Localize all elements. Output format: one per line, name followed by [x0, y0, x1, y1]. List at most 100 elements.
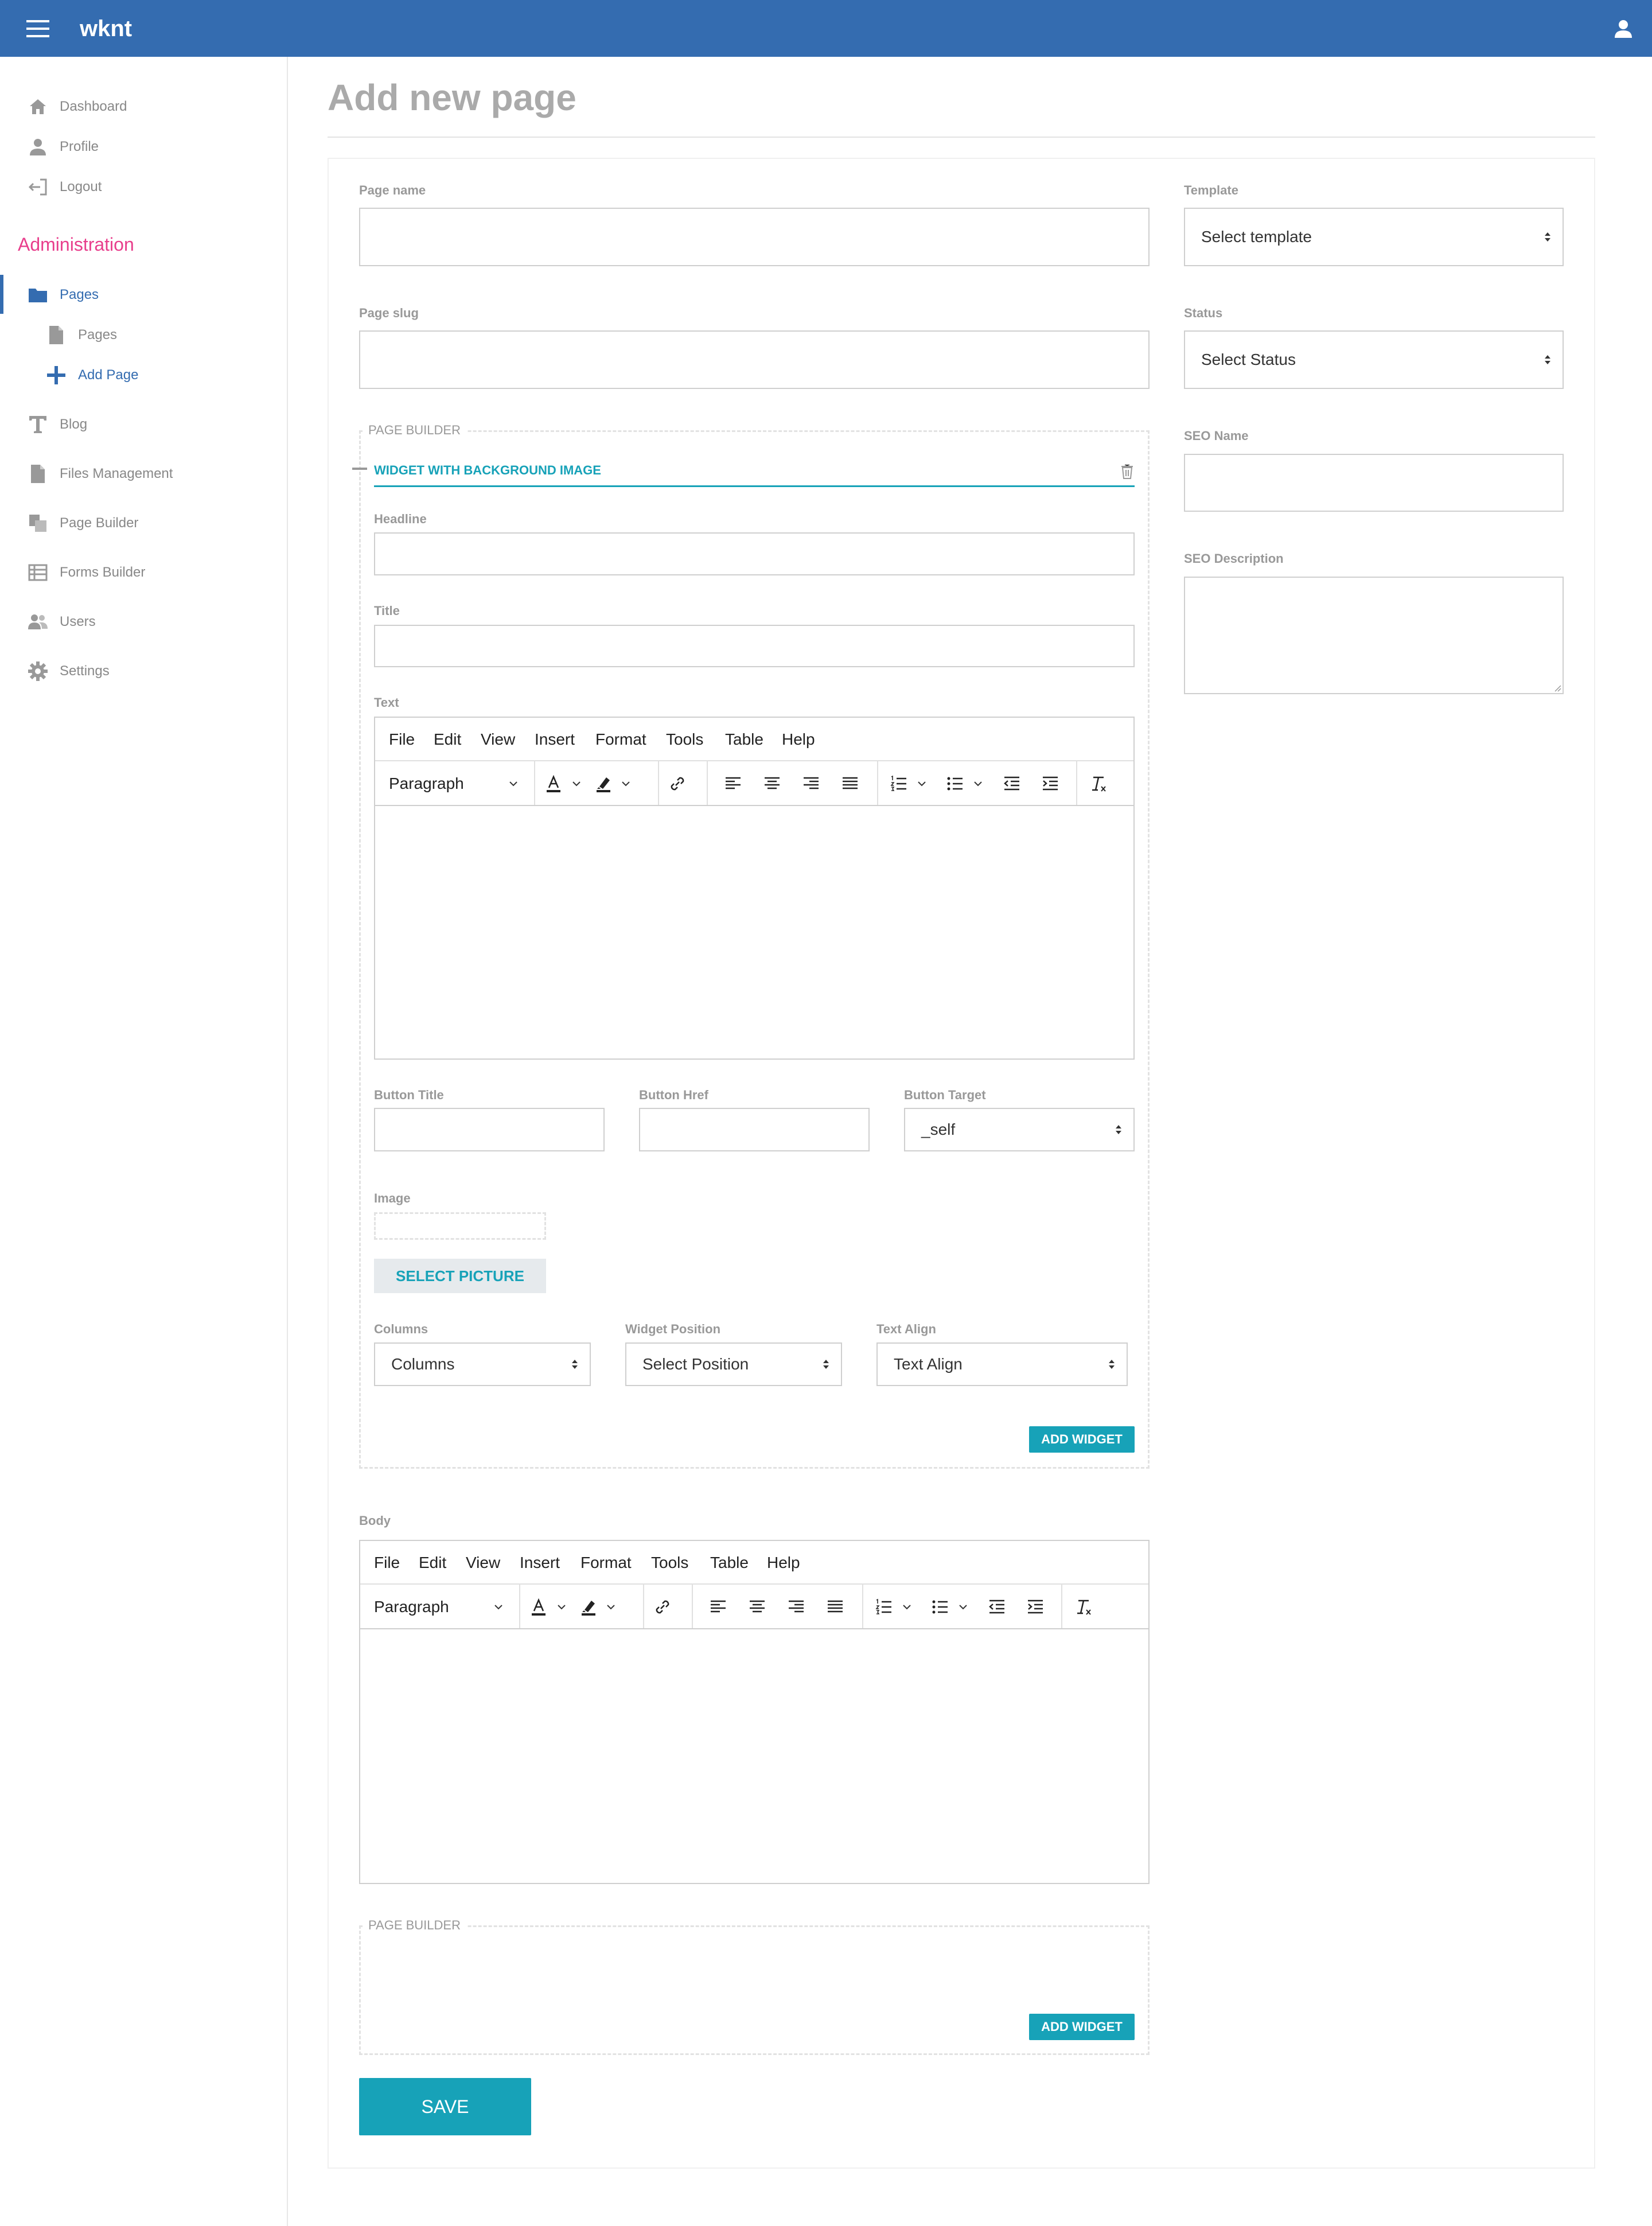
add-widget-button-2[interactable]: ADD WIDGET: [1029, 2014, 1135, 2040]
indent-icon[interactable]: [1026, 1597, 1045, 1617]
menu-edit[interactable]: Edit: [434, 730, 461, 749]
brand-name[interactable]: wknt: [80, 13, 132, 45]
button-title-input[interactable]: [374, 1108, 605, 1151]
align-center-icon[interactable]: [747, 1597, 767, 1617]
trash-icon[interactable]: [1120, 464, 1134, 480]
select-arrows-icon: [1116, 1125, 1121, 1134]
align-center-icon[interactable]: [762, 774, 782, 793]
bullet-list-icon[interactable]: [945, 774, 965, 793]
menu-format[interactable]: Format: [580, 1554, 632, 1572]
outdent-icon[interactable]: [987, 1597, 1007, 1617]
widget-position-select[interactable]: Select Position: [625, 1342, 842, 1386]
bullet-list-icon[interactable]: [930, 1597, 950, 1617]
chevron-down-icon[interactable]: [621, 779, 631, 789]
seo-description-textarea[interactable]: [1184, 577, 1564, 694]
align-left-icon[interactable]: [723, 774, 743, 793]
text-align-select[interactable]: Text Align: [876, 1342, 1128, 1386]
button-target-select[interactable]: _self: [904, 1108, 1135, 1151]
chevron-down-icon[interactable]: [606, 1602, 616, 1612]
headline-label: Headline: [374, 512, 427, 526]
link-icon[interactable]: [668, 774, 687, 793]
menu-view[interactable]: View: [481, 730, 515, 749]
sidebar-item-blog[interactable]: Blog: [0, 410, 287, 439]
chevron-down-icon[interactable]: [493, 1602, 504, 1612]
text-icon: [29, 416, 46, 433]
chevron-down-icon[interactable]: [917, 779, 927, 789]
clear-formatting-icon[interactable]: [1074, 1597, 1093, 1617]
sidebar-item-settings[interactable]: Settings: [0, 657, 287, 686]
outdent-icon[interactable]: [1002, 774, 1022, 793]
title-input[interactable]: [374, 625, 1135, 667]
menu-help[interactable]: Help: [767, 1554, 800, 1572]
collapse-icon[interactable]: [352, 466, 367, 471]
align-right-icon[interactable]: [801, 774, 821, 793]
template-select[interactable]: Select template: [1184, 208, 1564, 266]
highlight-icon[interactable]: [579, 1597, 598, 1617]
sidebar-item-add-page[interactable]: Add Page: [0, 361, 287, 390]
sidebar-item-dashboard[interactable]: Dashboard: [0, 92, 287, 121]
resize-handle-icon[interactable]: [1552, 683, 1561, 692]
menu-view[interactable]: View: [466, 1554, 500, 1572]
menu-table[interactable]: Table: [725, 730, 763, 749]
status-select[interactable]: Select Status: [1184, 330, 1564, 389]
page-builder-legend-2: PAGE BUILDER: [363, 1917, 466, 1933]
align-left-icon[interactable]: [708, 1597, 728, 1617]
menu-icon[interactable]: [25, 15, 53, 42]
sidebar-item-pages[interactable]: Pages: [0, 275, 287, 314]
align-justify-icon[interactable]: [840, 774, 860, 793]
menu-insert[interactable]: Insert: [535, 730, 575, 749]
sidebar-item-logout[interactable]: Logout: [0, 173, 287, 201]
menu-tools[interactable]: Tools: [666, 730, 703, 749]
text-color-icon[interactable]: [529, 1597, 548, 1617]
select-picture-button[interactable]: SELECT PICTURE: [374, 1259, 546, 1293]
menu-file[interactable]: File: [374, 1554, 400, 1572]
highlight-icon[interactable]: [594, 774, 613, 793]
menu-edit[interactable]: Edit: [419, 1554, 446, 1572]
page-slug-input[interactable]: [359, 330, 1150, 389]
folder-icon: [29, 289, 47, 302]
widget-title[interactable]: WIDGET WITH BACKGROUND IMAGE: [374, 462, 601, 478]
headline-input[interactable]: [374, 532, 1135, 575]
menu-insert[interactable]: Insert: [520, 1554, 560, 1572]
sidebar-item-label: Logout: [60, 179, 102, 194]
menu-format[interactable]: Format: [595, 730, 646, 749]
indent-icon[interactable]: [1041, 774, 1060, 793]
sidebar-item-files-management[interactable]: Files Management: [0, 460, 287, 488]
sidebar-item-pages-list[interactable]: Pages: [0, 321, 287, 349]
block-format-select[interactable]: Paragraph: [374, 1597, 449, 1617]
chevron-down-icon[interactable]: [902, 1602, 912, 1612]
chevron-down-icon[interactable]: [973, 779, 983, 789]
sidebar-item-label: Blog: [60, 417, 88, 432]
user-icon[interactable]: [1612, 17, 1635, 40]
numbered-list-icon[interactable]: [874, 1597, 894, 1617]
sidebar-item-label: Files Management: [60, 466, 173, 481]
sidebar-item-label: Add Page: [78, 367, 139, 383]
chevron-down-icon[interactable]: [508, 779, 519, 789]
clear-formatting-icon[interactable]: [1089, 774, 1108, 793]
align-justify-icon[interactable]: [825, 1597, 845, 1617]
sidebar-item-profile[interactable]: Profile: [0, 133, 287, 161]
page-name-input[interactable]: [359, 208, 1150, 266]
sidebar-item-label: Dashboard: [60, 99, 127, 114]
save-button[interactable]: SAVE: [359, 2078, 531, 2135]
menu-tools[interactable]: Tools: [651, 1554, 688, 1572]
button-href-input[interactable]: [639, 1108, 870, 1151]
columns-select[interactable]: Columns: [374, 1342, 591, 1386]
sidebar-item-users[interactable]: Users: [0, 608, 287, 636]
align-right-icon[interactable]: [786, 1597, 806, 1617]
menu-file[interactable]: File: [389, 730, 415, 749]
sidebar-item-page-builder[interactable]: Page Builder: [0, 509, 287, 538]
add-widget-button[interactable]: ADD WIDGET: [1029, 1426, 1135, 1453]
text-color-icon[interactable]: [544, 774, 563, 793]
sidebar-item-forms-builder[interactable]: Forms Builder: [0, 558, 287, 587]
menu-table[interactable]: Table: [710, 1554, 749, 1572]
chevron-down-icon[interactable]: [571, 779, 582, 789]
chevron-down-icon[interactable]: [958, 1602, 968, 1612]
menu-help[interactable]: Help: [782, 730, 815, 749]
chevron-down-icon[interactable]: [556, 1602, 567, 1612]
link-icon[interactable]: [653, 1597, 672, 1617]
seo-name-input[interactable]: [1184, 454, 1564, 512]
block-format-select[interactable]: Paragraph: [389, 774, 464, 793]
body-label: Body: [359, 1513, 391, 1528]
numbered-list-icon[interactable]: [889, 774, 909, 793]
